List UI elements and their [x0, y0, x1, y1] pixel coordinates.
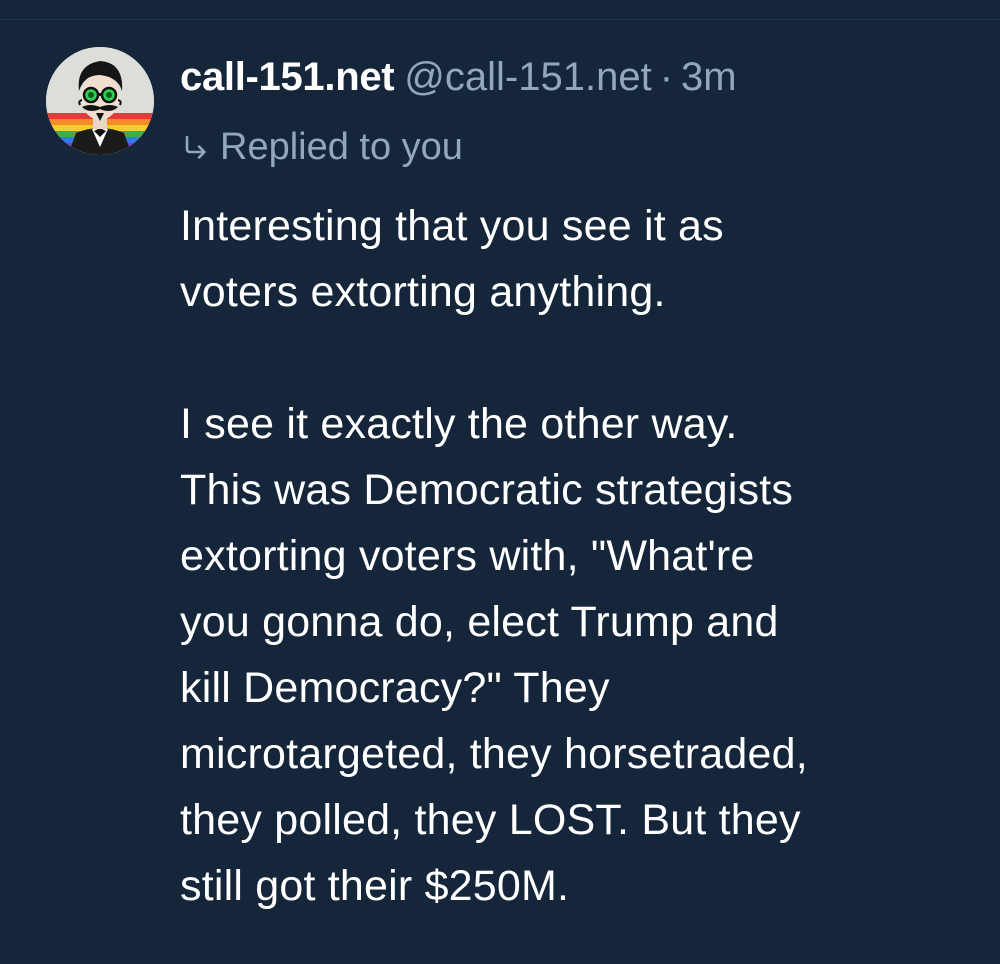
post-header: call-151.net @call-151.net · 3m — [180, 52, 737, 102]
handle[interactable]: @call-151.net — [404, 55, 651, 99]
timestamp[interactable]: 3m — [681, 55, 737, 99]
reply-indicator: Replied to you — [180, 123, 463, 171]
display-name[interactable]: call-151.net — [180, 55, 395, 99]
post-paragraph-1: Interesting that you see it as voters ex… — [180, 202, 724, 316]
reply-post[interactable]: call-151.net @call-151.net · 3m Replied to … — [0, 0, 1000, 964]
mustache-man-avatar-icon — [46, 47, 154, 155]
reply-arrow-icon — [180, 132, 210, 162]
post-paragraph-2: I see it exactly the other way. This was… — [180, 400, 808, 910]
avatar[interactable] — [46, 47, 154, 155]
post-body: Interesting that you see it as voters ex… — [180, 193, 970, 919]
separator-dot: · — [659, 55, 674, 99]
reply-indicator-label: Replied to you — [220, 126, 463, 168]
